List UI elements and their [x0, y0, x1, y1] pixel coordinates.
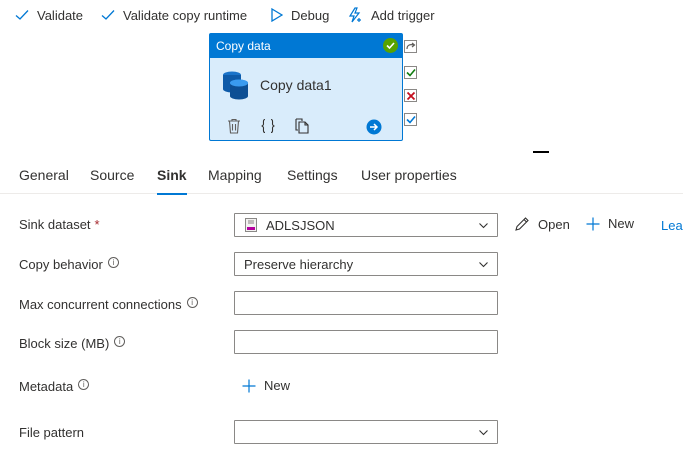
debug-label: Debug [291, 7, 330, 23]
chevron-down-icon [479, 262, 488, 268]
learn-more-link[interactable]: Learn more [661, 218, 683, 233]
info-icon[interactable]: i [78, 379, 90, 390]
checkmark-icon [15, 10, 29, 20]
activity-actions [210, 114, 402, 140]
database-icon [223, 71, 248, 100]
block-size-label: Block size (MB) i [19, 336, 126, 351]
max-connections-input[interactable] [234, 291, 498, 315]
open-dataset-button[interactable]: Open [514, 216, 570, 232]
completion-connector-icon[interactable] [404, 113, 417, 126]
toolbar: Validate Validate copy runtime Debug Add… [0, 0, 683, 30]
lightning-icon [348, 7, 361, 23]
success-check-icon [383, 38, 398, 53]
validate-button[interactable]: Validate [15, 1, 83, 29]
activity-name: Copy data1 [260, 77, 332, 93]
chevron-down-icon [479, 430, 488, 436]
sink-dataset-select[interactable]: ADLSJSON [234, 213, 498, 237]
property-tabs: General Source Sink Mapping Settings Use… [0, 156, 683, 195]
sink-dataset-label: Sink dataset * [19, 217, 100, 232]
validate-label: Validate [37, 7, 84, 23]
tab-mapping[interactable]: Mapping [208, 156, 262, 194]
delete-icon[interactable] [227, 118, 241, 134]
success-connector-icon[interactable] [404, 66, 417, 79]
tab-general[interactable]: General [19, 156, 69, 194]
add-trigger-label: Add trigger [371, 7, 435, 23]
activity-header: Copy data [210, 34, 402, 58]
info-icon[interactable]: i [107, 257, 119, 268]
activity-body: Copy data1 [210, 58, 402, 114]
tab-sink[interactable]: Sink [157, 156, 187, 195]
required-mark: * [94, 217, 100, 232]
file-pattern-label: File pattern [19, 425, 85, 440]
skip-redo-icon[interactable] [404, 40, 417, 53]
new-dataset-button[interactable]: New [586, 216, 634, 231]
panel-resize-handle[interactable] [533, 151, 549, 153]
file-pattern-select[interactable] [234, 420, 498, 444]
pencil-icon [515, 217, 529, 231]
copy-behavior-value: Preserve hierarchy [244, 256, 354, 272]
add-trigger-button[interactable]: Add trigger [347, 1, 435, 29]
failure-connector-icon[interactable] [404, 89, 417, 102]
sink-dataset-value: ADLSJSON [266, 217, 335, 233]
chevron-down-icon [479, 223, 488, 229]
copy-behavior-select[interactable]: Preserve hierarchy [234, 252, 498, 276]
metadata-label: Metadata i [19, 379, 90, 394]
plus-icon [242, 379, 256, 392]
max-connections-label: Max concurrent connections i [19, 297, 198, 312]
info-icon[interactable]: i [186, 297, 198, 308]
tab-user-properties[interactable]: User properties [361, 156, 457, 194]
validate-copy-runtime-label: Validate copy runtime [123, 7, 248, 23]
block-size-input[interactable] [234, 330, 498, 354]
copy-icon[interactable] [294, 118, 310, 134]
copy-behavior-label: Copy behavior i [19, 257, 119, 272]
copy-data-activity[interactable]: Copy data Copy data1 [209, 33, 403, 141]
code-braces-icon[interactable] [260, 118, 276, 134]
tab-settings[interactable]: Settings [287, 156, 338, 194]
debug-button[interactable]: Debug [270, 1, 329, 29]
activity-type-label: Copy data [216, 39, 271, 53]
info-icon[interactable]: i [114, 336, 126, 347]
plus-icon [586, 217, 600, 230]
play-icon [271, 8, 283, 22]
validate-copy-runtime-button[interactable]: Validate copy runtime [101, 1, 247, 29]
tab-source[interactable]: Source [90, 156, 134, 194]
checkmark-icon [101, 10, 115, 20]
add-metadata-button[interactable]: New [242, 378, 290, 393]
json-dataset-icon [245, 218, 257, 232]
arrow-right-circle-icon[interactable] [366, 119, 382, 135]
